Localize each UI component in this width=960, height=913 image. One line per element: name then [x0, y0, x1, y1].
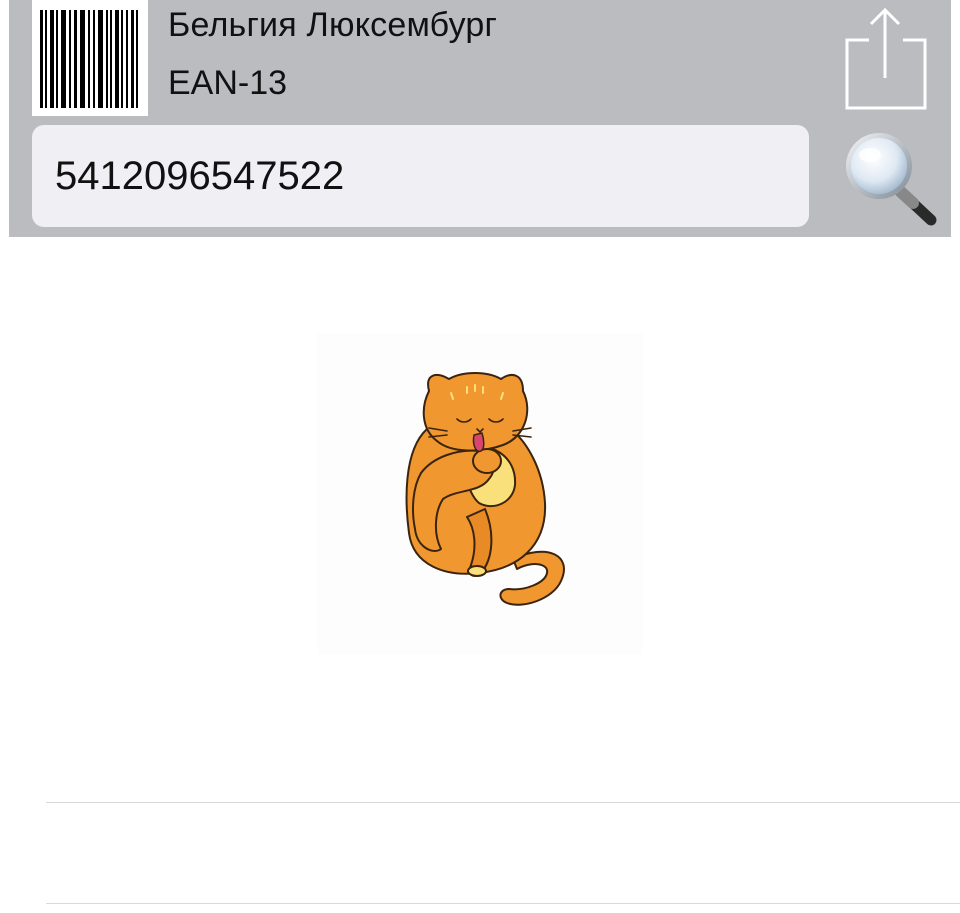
- top-bar: Бельгия Люксембург EAN-13: [9, 0, 951, 237]
- barcode-format-label: EAN-13: [168, 64, 288, 102]
- share-icon: [845, 7, 927, 110]
- share-button[interactable]: [837, 4, 927, 112]
- barcode-search-input[interactable]: [32, 125, 809, 227]
- barcode-icon: [32, 0, 148, 116]
- search-button[interactable]: [839, 128, 939, 226]
- list-item: [46, 803, 960, 903]
- cat-illustration: [405, 372, 565, 606]
- row-divider: [46, 903, 960, 904]
- product-image: [317, 333, 643, 655]
- country-label: Бельгия Люксембург: [168, 6, 498, 44]
- magnifier-icon: [846, 133, 937, 226]
